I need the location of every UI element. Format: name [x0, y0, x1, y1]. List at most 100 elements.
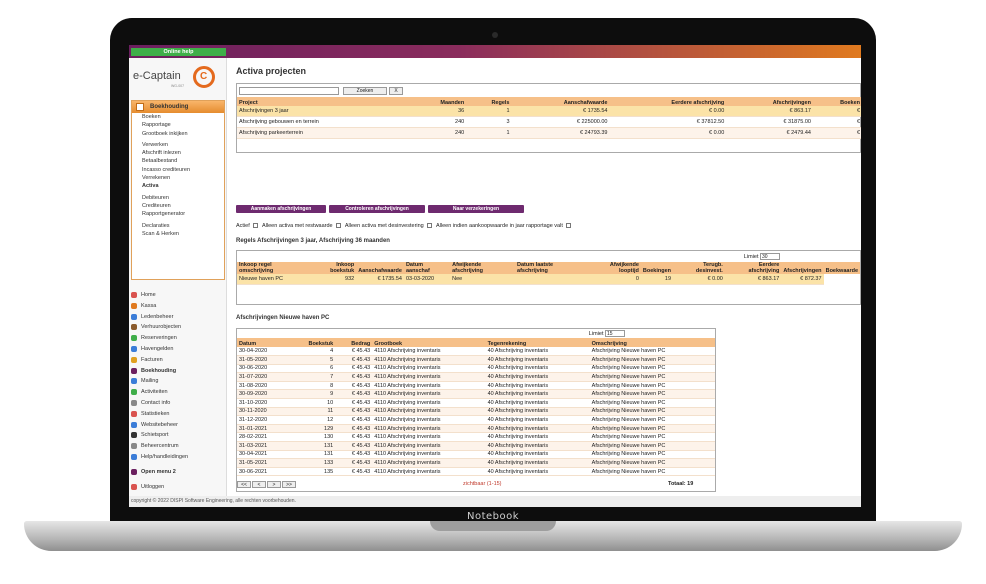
main-menu-item[interactable]: Activiteiten [129, 387, 227, 398]
table-row[interactable]: 30-04-2020 4 € 45.43 4110 Afschrijving inve… [237, 347, 715, 357]
pager-button[interactable]: << [237, 481, 251, 488]
table-cell: Afschrijving Nieuwe haven PC [589, 467, 715, 477]
column-header[interactable]: Boekstuk [288, 338, 336, 347]
main-menu-item[interactable]: Kassa [129, 301, 227, 312]
table-row[interactable]: 31-03-2021 131 € 45.43 4110 Afschrijving in… [237, 441, 715, 451]
submenu-item[interactable]: Boeken [132, 113, 224, 121]
submenu-item[interactable]: Declaraties [132, 222, 224, 230]
table-row[interactable]: 31-08-2020 8 € 45.43 4110 Afschrijving inve… [237, 381, 715, 391]
entries-limit-select[interactable]: 15 [605, 330, 625, 337]
main-menu-item[interactable]: Schietsport [129, 430, 227, 441]
column-header[interactable]: Aanschafwaarde [511, 97, 610, 106]
filter-actief-checkbox[interactable] [252, 223, 258, 229]
table-row[interactable]: 30-09-2020 9 € 45.43 4110 Afschrijving inve… [237, 389, 715, 400]
submenu-item[interactable]: Scan & Herken [132, 230, 224, 238]
main-menu-label: Home [141, 292, 156, 298]
column-header[interactable]: Afschrijvingen [781, 262, 824, 274]
main-menu-item[interactable]: Help/handleidingen [129, 452, 227, 463]
column-header[interactable]: Datum laatste afschrijving [515, 262, 587, 274]
column-header[interactable]: Boeken [812, 97, 861, 106]
column-header[interactable]: Tegenrekening [485, 338, 590, 347]
submenu-item[interactable]: Activa [132, 182, 224, 190]
table-row[interactable]: Afschrijving parkeerterrein 240 1 € 24793.3… [237, 127, 861, 139]
clear-search-button[interactable]: X [389, 87, 403, 95]
filter-desinvestering-label: Alleen activa met desinvestering [344, 223, 424, 229]
column-header[interactable]: Grootboek [372, 338, 486, 347]
column-header[interactable]: Afwijkende looptijd [586, 262, 641, 274]
column-header[interactable]: Boekingen [640, 262, 674, 274]
column-header[interactable]: Inkoop regel omschrijving [237, 262, 309, 274]
column-header[interactable]: Afwijkende afschrijving [450, 262, 516, 274]
table-cell: 28-02-2021 [237, 432, 289, 443]
column-header[interactable]: Eerdere afschrijving [724, 262, 782, 274]
filter-desinvestering-checkbox[interactable] [426, 223, 432, 229]
table-row[interactable]: 30-04-2021 131 € 45.43 4110 Afschrijving in… [237, 450, 715, 460]
main-menu-item[interactable]: Statistieken [129, 409, 227, 420]
column-header[interactable]: Aanschafwaarde [356, 262, 404, 274]
main-menu-item[interactable]: Uitloggen [129, 482, 227, 493]
submenu-item[interactable]: Rapportgenerator [132, 210, 224, 218]
table-cell: 40 Afschrijving inventaris [485, 458, 590, 468]
main-menu-item[interactable]: Boekhouding [129, 366, 227, 377]
main-menu-item[interactable]: Havengelden [129, 344, 227, 355]
submenu-item[interactable]: Incasso crediteuren [132, 166, 224, 174]
search-input[interactable] [239, 87, 339, 95]
submenu-item[interactable]: Betaalbestand [132, 157, 224, 165]
submenu-item[interactable]: Rapportage [132, 121, 224, 129]
column-header[interactable]: Boekwaarde [823, 262, 860, 274]
submenu-item[interactable]: Verrekenen [132, 174, 224, 182]
submenu-item[interactable]: Verwerken [132, 141, 224, 149]
column-header[interactable]: Inkoop boekstuk [308, 262, 357, 274]
pager-button[interactable]: >> [282, 481, 296, 488]
main-menu-item[interactable]: Home [129, 290, 227, 301]
table-row[interactable]: Afschrijving gebouwen en terrein 240 3 € 22… [237, 116, 861, 129]
submenu-item[interactable]: Grootboek inkijken [132, 130, 224, 138]
pager-button[interactable]: < [252, 481, 266, 488]
main-menu-label: Websitebeheer [141, 421, 178, 428]
main-menu-item[interactable]: Verhuurobjecten [129, 322, 227, 333]
to-insurance-button[interactable]: Naar verzekeringen [428, 205, 524, 213]
search-button[interactable]: Zoeken [343, 87, 387, 95]
main-menu-item[interactable]: Beheercentrum [129, 441, 227, 452]
table-row[interactable]: Afschrijvingen 3 jaar 36 1 € 1735.54 € 0.00 €… [237, 106, 861, 118]
filter-restwaarde-checkbox[interactable] [335, 223, 341, 229]
main-menu-item[interactable]: Mailing [129, 376, 227, 387]
column-header[interactable]: Maanden [409, 97, 467, 106]
create-depreciation-button[interactable]: Aanmaken afschrijvingen [236, 205, 326, 213]
column-header[interactable]: Datum aanschaf [403, 262, 451, 274]
submenu-item[interactable]: Debiteuren [132, 194, 224, 202]
column-header[interactable]: Afschrijvingen [726, 97, 813, 106]
filter-aankoopwaarde-checkbox[interactable] [565, 223, 571, 229]
main-menu-item[interactable]: Reserveringen [129, 333, 227, 344]
submenu-item[interactable]: Afschrift inlezen [132, 149, 224, 157]
table-row[interactable]: 31-12-2020 12 € 45.43 4110 Afschrijving inv… [237, 415, 715, 425]
main-menu-item[interactable]: Ledenbeheer [129, 312, 227, 323]
table-row[interactable]: 31-01-2021 129 € 45.43 4110 Afschrijving in… [237, 424, 715, 434]
table-row[interactable]: 30-06-2021 135 € 45.43 4110 Afschrijving in… [237, 467, 715, 477]
table-row[interactable]: 31-07-2020 7 € 45.43 4110 Afschrijving inve… [237, 372, 715, 382]
table-row[interactable]: 30-11-2020 11 € 45.43 4110 Afschrijving inv… [237, 407, 715, 417]
column-header[interactable]: Bedrag [335, 338, 373, 347]
table-cell: Nieuwe haven PC [237, 274, 309, 286]
column-header[interactable]: Terugb. desinvest. [673, 262, 725, 274]
main-menu-item[interactable]: Contact info [129, 398, 227, 409]
table-row[interactable]: 30-06-2020 6 € 45.43 4110 Afschrijving inve… [237, 364, 715, 374]
main-menu-item[interactable]: Open menu 2 [129, 467, 227, 478]
rules-limit-select[interactable]: 30 [760, 253, 780, 260]
column-header[interactable]: Omschrijving [589, 338, 715, 347]
table-row[interactable]: 31-05-2020 5 € 45.43 4110 Afschrijving inve… [237, 355, 715, 365]
column-header[interactable]: Project [237, 97, 410, 106]
main-menu-item[interactable]: Facturen [129, 355, 227, 366]
main-menu-item[interactable]: Websitebeheer [129, 420, 227, 431]
submenu-item[interactable]: Crediteuren [132, 202, 224, 210]
column-header[interactable]: Eerdere afschrijving [609, 97, 727, 106]
table-row[interactable]: 28-02-2021 130 € 45.43 4110 Afschrijving in… [237, 432, 715, 443]
column-header[interactable]: Regels [466, 97, 512, 106]
table-row[interactable]: 31-10-2020 10 € 45.43 4110 Afschrijving inv… [237, 398, 715, 408]
check-depreciation-button[interactable]: Controleren afschrijvingen [329, 205, 425, 213]
table-row[interactable]: 31-05-2021 133 € 45.43 4110 Afschrijving in… [237, 458, 715, 468]
pager-button[interactable]: > [267, 481, 281, 488]
submenu-header[interactable]: Boekhouding [132, 101, 224, 113]
online-help-button[interactable]: Online help [131, 48, 226, 56]
column-header[interactable]: Datum [237, 338, 289, 347]
